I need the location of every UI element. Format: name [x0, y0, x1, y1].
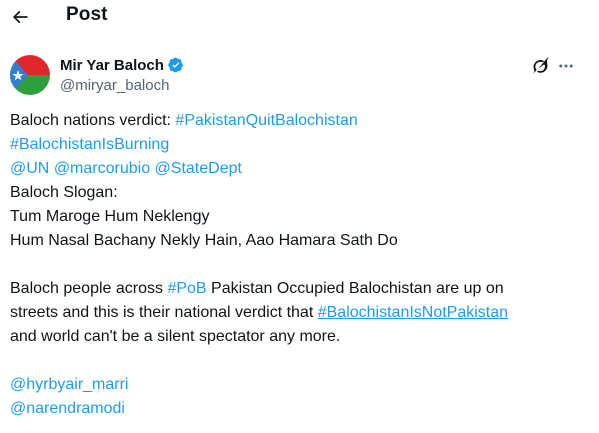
top-bar: Post — [0, 0, 599, 36]
hashtag-link[interactable]: #PoB — [167, 280, 206, 297]
tweet-text-segment: Baloch people across — [10, 280, 168, 297]
hashtag-link[interactable]: #PakistanQuitBalochistan — [175, 112, 357, 129]
author-name[interactable]: Mir Yar Baloch — [60, 57, 164, 74]
tweet-line: Hum Nasal Bachany Nekly Hain, Aao Hamara… — [10, 232, 398, 249]
tweet-line: @narendramodi — [10, 397, 590, 421]
tweet-text-segment: Baloch nations verdict: — [10, 112, 176, 129]
avatar-flag-image — [10, 55, 50, 95]
tweet-line: streets and this is their national verdi… — [10, 301, 590, 325]
back-button[interactable] — [10, 4, 32, 30]
tweet-line: and world can't be a silent spectator an… — [10, 328, 341, 345]
author-handle[interactable]: @miryar_baloch — [60, 77, 169, 94]
tweet-line: @hyrbyair_marri — [10, 373, 590, 397]
mention-link[interactable]: @UN — [10, 160, 49, 177]
arrow-left-icon — [12, 10, 28, 24]
tweet-line: @UN @marcorubio @StateDept — [10, 157, 590, 181]
tweet-line: Baloch people across #PoB Pakistan Occup… — [10, 277, 590, 301]
more-horizontal-icon[interactable] — [555, 56, 577, 76]
mention-link[interactable]: @hyrbyair_marri — [10, 376, 128, 393]
tweet-line: Baloch Slogan: — [10, 184, 118, 201]
avatar[interactable] — [10, 55, 50, 95]
mention-link[interactable]: @StateDept — [155, 160, 242, 177]
tweet-text: Baloch nations verdict: #PakistanQuitBal… — [10, 109, 590, 421]
tweet-text-segment: streets and this is their national verdi… — [10, 304, 318, 321]
tweet-line: #BalochistanIsBurning — [10, 133, 590, 157]
hashtag-link[interactable]: #BalochistanIsNotPakistan — [318, 304, 508, 321]
tweet-line: Tum Maroge Hum Neklengy — [10, 208, 210, 225]
page-title: Post — [66, 4, 108, 25]
tweet-text-segment: Pakistan Occupied Balochistan are up on — [206, 280, 504, 297]
verified-badge-icon[interactable] — [168, 57, 184, 73]
author-name-row: Mir Yar Baloch — [60, 55, 184, 75]
hashtag-link[interactable]: #BalochistanIsBurning — [10, 136, 169, 153]
grok-icon[interactable] — [531, 56, 551, 76]
mention-link[interactable]: @marcorubio — [54, 160, 150, 177]
tweet-line: Baloch nations verdict: #PakistanQuitBal… — [10, 109, 590, 133]
mention-link[interactable]: @narendramodi — [10, 400, 125, 417]
